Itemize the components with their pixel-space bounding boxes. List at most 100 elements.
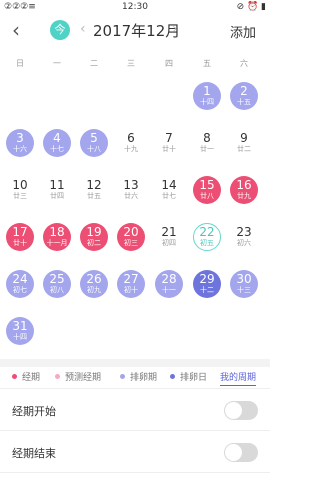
day-number: 12 (86, 178, 102, 192)
legend-ovulation-day-label: 排卵日 (180, 373, 208, 383)
my-cycle-tab[interactable]: 我的周期 (220, 370, 257, 386)
day-cell[interactable]: 1 十四 (193, 82, 221, 110)
day-cell[interactable]: 6 十九 (117, 129, 145, 157)
day-cell[interactable]: 2 十五 (230, 82, 258, 110)
lunar-date: 初二 (87, 239, 101, 247)
lunar-date: 初十 (124, 286, 138, 294)
lunar-date: 十七 (50, 145, 64, 153)
period-start-row: 经期开始 (0, 390, 270, 430)
toggle-knob (225, 444, 242, 461)
lunar-date: 初六 (237, 239, 251, 247)
day-cell[interactable]: 25 初八 (43, 270, 71, 298)
day-cell[interactable]: 10 廿三 (6, 176, 34, 204)
day-cell[interactable]: 19 初二 (80, 223, 108, 251)
period-start-toggle[interactable] (224, 401, 258, 420)
lunar-date: 廿八 (200, 192, 214, 200)
day-number: 9 (240, 131, 248, 145)
toggle-knob (225, 402, 242, 419)
day-cell[interactable]: 26 初九 (80, 270, 108, 298)
day-number: 6 (127, 131, 135, 145)
day-number: 10 (12, 178, 28, 192)
day-number: 16 (236, 178, 252, 192)
predicted-dot-icon (55, 374, 60, 379)
day-cell[interactable]: 29 十二 (193, 270, 221, 298)
day-cell[interactable]: 21 初四 (155, 223, 183, 251)
day-number: 1 (203, 84, 211, 98)
day-number: 4 (53, 131, 61, 145)
legend-ovulation-label: 排卵期 (130, 373, 158, 383)
legend-period-label: 经期 (22, 373, 41, 383)
day-cell[interactable]: 28 十一 (155, 270, 183, 298)
ovulation-day-dot-icon (170, 374, 175, 379)
day-cell[interactable]: 20 初三 (117, 223, 145, 251)
lunar-date: 廿三 (13, 192, 27, 200)
day-number: 19 (86, 225, 102, 239)
day-number: 17 (12, 225, 28, 239)
legend-period: 经期 (12, 370, 40, 383)
lunar-date: 十三 (237, 286, 251, 294)
lunar-date: 廿一 (200, 145, 214, 153)
section-divider (0, 359, 270, 367)
period-dot-icon (12, 374, 17, 379)
day-number: 5 (90, 131, 98, 145)
lunar-date: 廿五 (87, 192, 101, 200)
period-start-label: 经期开始 (12, 405, 56, 418)
day-number: 30 (236, 272, 252, 286)
day-cell[interactable]: 7 廿十 (155, 129, 183, 157)
day-cell[interactable]: 3 十六 (6, 129, 34, 157)
day-number: 22 (199, 225, 215, 239)
day-cell[interactable]: 5 十八 (80, 129, 108, 157)
day-number: 26 (86, 272, 102, 286)
lunar-date: 初九 (87, 286, 101, 294)
day-number: 27 (123, 272, 139, 286)
lunar-date: 廿九 (237, 192, 251, 200)
day-number: 24 (12, 272, 28, 286)
legend-ovulation-day: 排卵日 (170, 370, 207, 383)
lunar-date: 十八 (87, 145, 101, 153)
day-number: 23 (236, 225, 252, 239)
day-cell[interactable]: 8 廿一 (193, 129, 221, 157)
legend-predicted-label: 预测经期 (65, 373, 102, 383)
day-cell[interactable]: 12 廿五 (80, 176, 108, 204)
day-cell[interactable]: 31 十四 (6, 317, 34, 345)
lunar-date: 初八 (50, 286, 64, 294)
day-number: 18 (49, 225, 65, 239)
period-end-toggle[interactable] (224, 443, 258, 462)
lunar-date: 廿四 (50, 192, 64, 200)
day-cell[interactable]: 17 廿十 (6, 223, 34, 251)
day-cell[interactable]: 9 廿二 (230, 129, 258, 157)
day-number: 31 (12, 319, 28, 333)
day-number: 21 (161, 225, 177, 239)
divider (0, 430, 270, 431)
day-cell[interactable]: 4 十七 (43, 129, 71, 157)
lunar-date: 廿六 (124, 192, 138, 200)
lunar-date: 十五 (237, 98, 251, 106)
lunar-date: 十一 (162, 286, 176, 294)
lunar-date: 十一月 (46, 239, 68, 247)
day-cell[interactable]: 11 廿四 (43, 176, 71, 204)
day-number: 2 (240, 84, 248, 98)
lunar-date: 十六 (13, 145, 27, 153)
day-cell[interactable]: 30 十三 (230, 270, 258, 298)
divider (0, 388, 270, 389)
day-cell[interactable]: 15 廿八 (193, 176, 221, 204)
day-number: 11 (49, 178, 65, 192)
lunar-date: 初七 (13, 286, 27, 294)
day-cell[interactable]: 13 廿六 (117, 176, 145, 204)
day-number: 8 (203, 131, 211, 145)
lunar-date: 廿十 (13, 239, 27, 247)
day-cell[interactable]: 23 初六 (230, 223, 258, 251)
lunar-date: 十二 (200, 286, 214, 294)
day-cell[interactable]: 16 廿九 (230, 176, 258, 204)
day-number: 13 (123, 178, 139, 192)
period-end-row: 经期结束 (0, 432, 270, 472)
day-cell[interactable]: 24 初七 (6, 270, 34, 298)
day-cell[interactable]: 18 十一月 (43, 223, 71, 251)
lunar-date: 廿十 (162, 145, 176, 153)
day-number: 28 (161, 272, 177, 286)
day-number: 3 (16, 131, 24, 145)
legend-predicted: 预测经期 (55, 370, 101, 383)
day-cell[interactable]: 22 初五 (193, 223, 221, 251)
day-cell[interactable]: 14 廿七 (155, 176, 183, 204)
day-cell[interactable]: 27 初十 (117, 270, 145, 298)
